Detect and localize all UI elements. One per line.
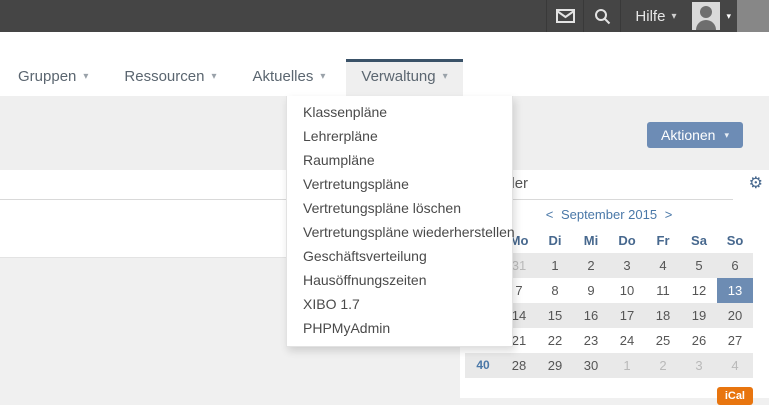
avatar[interactable] <box>692 2 720 30</box>
calendar-day[interactable]: 27 <box>717 328 753 353</box>
avatar-silhouette <box>696 20 716 30</box>
dropdown-item[interactable]: Vertretungspläne löschen <box>287 196 512 220</box>
dropdown-item[interactable]: XIBO 1.7 <box>287 292 512 316</box>
calendar-day[interactable]: 12 <box>681 278 717 303</box>
calendar-day[interactable]: 15 <box>537 303 573 328</box>
calendar-day[interactable]: 19 <box>681 303 717 328</box>
chevron-down-icon: ▾ <box>443 68 448 86</box>
calendar-day[interactable]: 4 <box>645 253 681 278</box>
nav-item-gruppen[interactable]: Gruppen ▾ <box>3 59 103 96</box>
calendar-week-number: 40 <box>465 353 501 378</box>
calendar-day[interactable]: 10 <box>609 278 645 303</box>
mail-button[interactable] <box>547 0 583 32</box>
dropdown-item[interactable]: Geschäftsverteilung <box>287 244 512 268</box>
day-header: So <box>717 229 753 253</box>
calendar-day[interactable]: 24 <box>609 328 645 353</box>
user-menu-chevron-down-icon[interactable]: ▾ <box>726 11 731 22</box>
calendar-day[interactable]: 6 <box>717 253 753 278</box>
dropdown-item[interactable]: Vertretungspläne <box>287 172 512 196</box>
nav-item-verwaltung[interactable]: Verwaltung ▾ <box>346 59 462 96</box>
day-header: Fr <box>645 229 681 253</box>
day-header: Mi <box>573 229 609 253</box>
mail-icon <box>556 9 575 23</box>
chevron-down-icon: ▾ <box>671 11 676 22</box>
actions-button-label: Aktionen <box>661 127 715 143</box>
day-header: Sa <box>681 229 717 253</box>
calendar-day[interactable]: 25 <box>645 328 681 353</box>
verwaltung-dropdown-menu: KlassenpläneLehrerpläneRaumpläneVertretu… <box>286 96 513 347</box>
dropdown-item[interactable]: Vertretungspläne wiederherstellen <box>287 220 512 244</box>
nav-item-aktuelles[interactable]: Aktuelles ▾ <box>237 59 340 96</box>
chevron-down-icon: ▾ <box>320 68 325 86</box>
chevron-down-icon: ▾ <box>724 130 729 141</box>
help-menu[interactable]: Hilfe ▾ <box>621 0 688 32</box>
calendar-day[interactable]: 29 <box>537 353 573 378</box>
calendar-day[interactable]: 3 <box>609 253 645 278</box>
calendar-day[interactable]: 28 <box>501 353 537 378</box>
calendar-week-row: 402829301234 <box>465 353 753 378</box>
calendar-day[interactable]: 26 <box>681 328 717 353</box>
main-nav: Gruppen ▾ Ressourcen ▾ Aktuelles ▾ Verwaltung ▾ <box>0 32 769 96</box>
dropdown-item[interactable]: Lehrerpläne <box>287 124 512 148</box>
search-icon <box>594 8 611 25</box>
calendar-day-selected[interactable]: 13 <box>717 278 753 303</box>
help-label: Hilfe <box>635 8 665 25</box>
actions-button[interactable]: Aktionen ▾ <box>647 122 743 148</box>
ical-button[interactable]: iCal <box>717 387 753 405</box>
nav-item-label: Aktuelles <box>252 68 313 86</box>
calendar-day[interactable]: 4 <box>717 353 753 378</box>
avatar-silhouette <box>700 6 712 18</box>
nav-item-label: Gruppen <box>18 68 76 86</box>
calendar-day[interactable]: 18 <box>645 303 681 328</box>
dropdown-item[interactable]: Raumpläne <box>287 148 512 172</box>
calendar-day[interactable]: 9 <box>573 278 609 303</box>
calendar-day[interactable]: 11 <box>645 278 681 303</box>
calendar-day[interactable]: 1 <box>609 353 645 378</box>
calendar-day[interactable]: 5 <box>681 253 717 278</box>
dropdown-item[interactable]: Hausöffnungszeiten <box>287 268 512 292</box>
dropdown-item[interactable]: Klassenpläne <box>287 100 512 124</box>
day-header: Di <box>537 229 573 253</box>
calendar-day[interactable]: 3 <box>681 353 717 378</box>
nav-item-label: Verwaltung <box>361 68 435 86</box>
prev-month-button[interactable]: < <box>542 207 558 222</box>
nav-item-label: Ressourcen <box>124 68 204 86</box>
calendar-day[interactable]: 22 <box>537 328 573 353</box>
topbar: Hilfe ▾ ▾ <box>0 0 769 32</box>
topbar-corner-block <box>737 0 769 32</box>
month-label: September 2015 <box>561 207 657 222</box>
calendar-day[interactable]: 2 <box>573 253 609 278</box>
ical-row: iCal <box>465 386 753 405</box>
calendar-day[interactable]: 17 <box>609 303 645 328</box>
search-button[interactable] <box>584 0 620 32</box>
calendar-day[interactable]: 20 <box>717 303 753 328</box>
nav-item-ressourcen[interactable]: Ressourcen ▾ <box>109 59 231 96</box>
gear-icon[interactable]: ⚙ <box>749 174 763 194</box>
chevron-down-icon: ▾ <box>83 68 88 86</box>
calendar-day[interactable]: 1 <box>537 253 573 278</box>
calendar-day[interactable]: 2 <box>645 353 681 378</box>
dropdown-item[interactable]: PHPMyAdmin <box>287 316 512 340</box>
day-header: Do <box>609 229 645 253</box>
calendar-day[interactable]: 8 <box>537 278 573 303</box>
chevron-down-icon: ▾ <box>211 68 216 86</box>
next-month-button[interactable]: > <box>661 207 677 222</box>
calendar-day[interactable]: 30 <box>573 353 609 378</box>
calendar-day[interactable]: 23 <box>573 328 609 353</box>
calendar-day[interactable]: 16 <box>573 303 609 328</box>
